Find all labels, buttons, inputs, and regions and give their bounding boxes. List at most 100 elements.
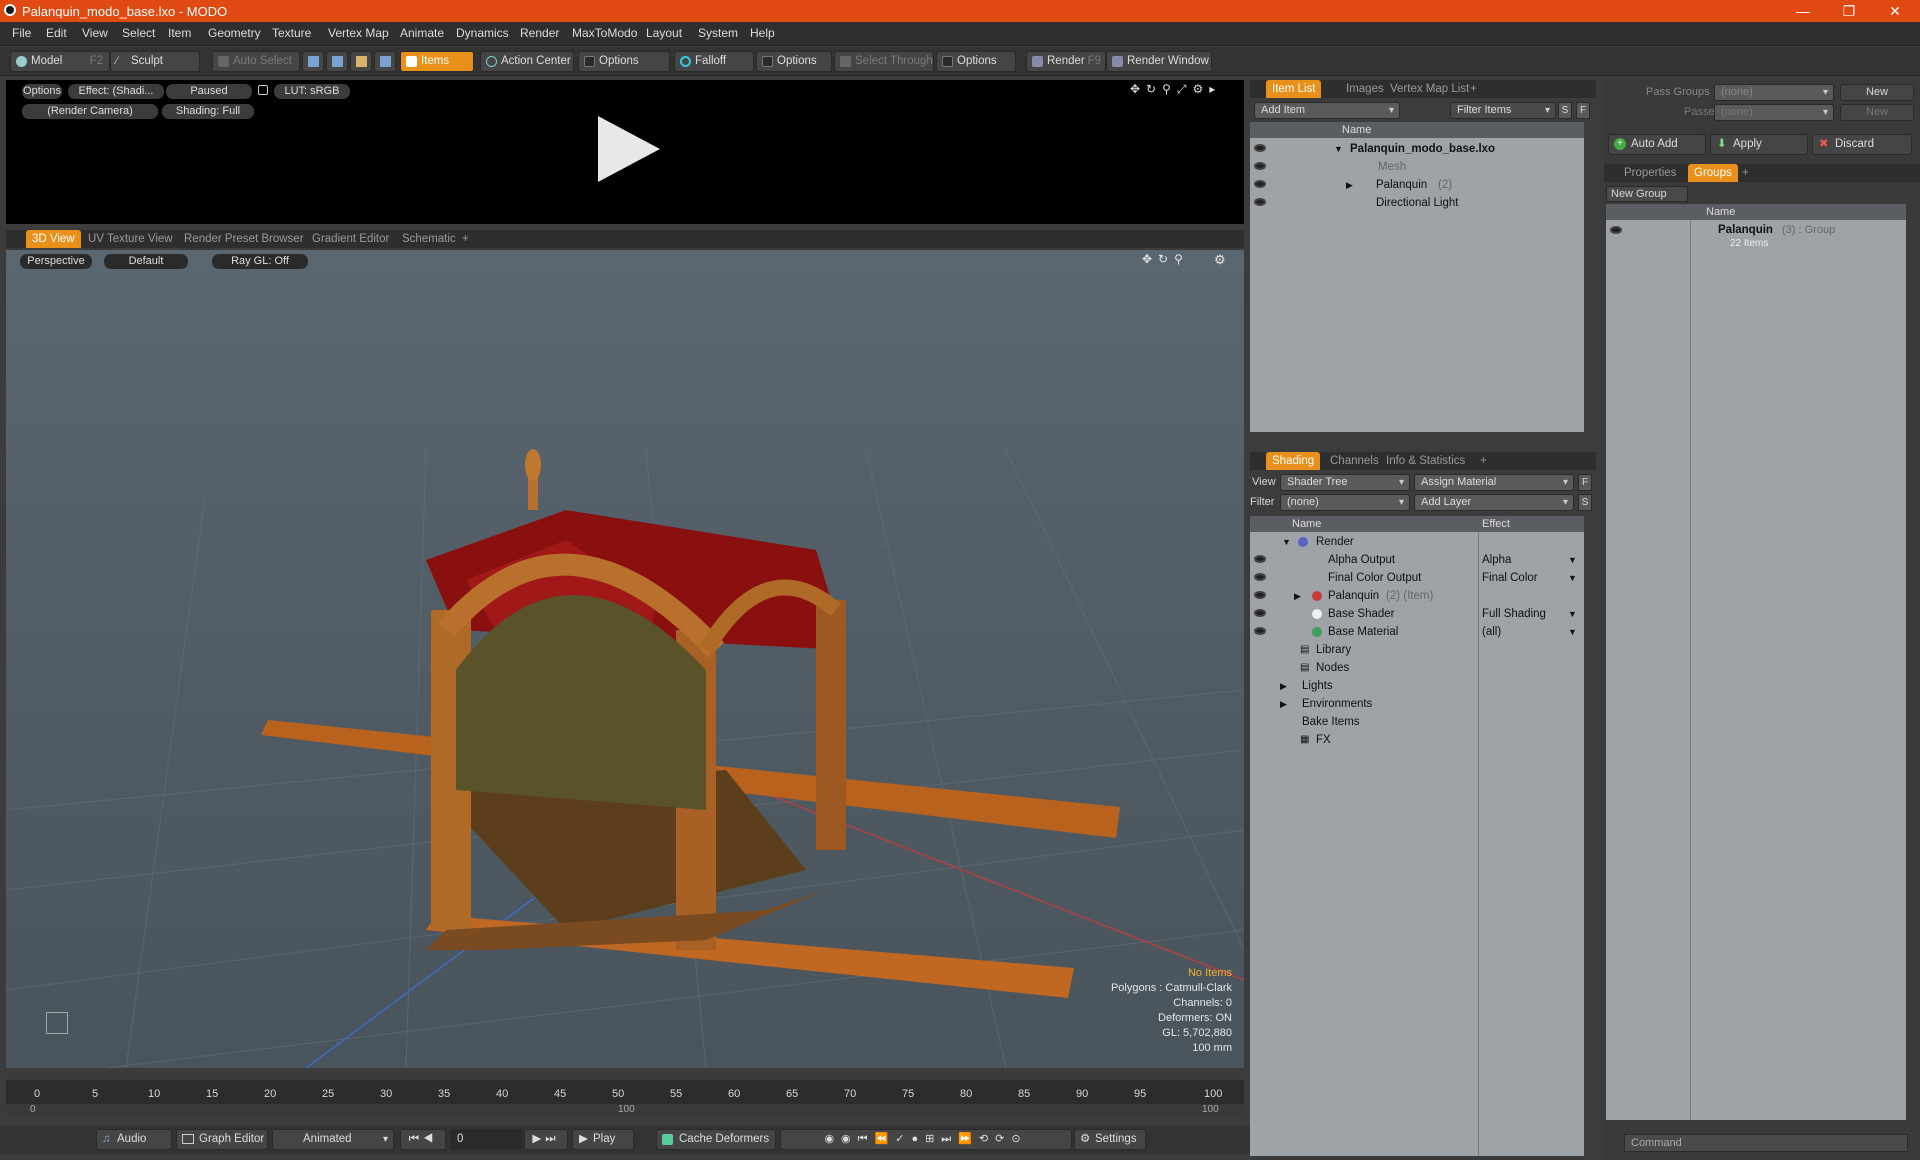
visibility-eye-icon[interactable] — [1254, 555, 1266, 563]
new-group-button[interactable]: New Group — [1606, 186, 1688, 202]
item-list-tree[interactable]: Name ▼ Palanquin_modo_base.lxo Mesh ▶ Pala… — [1250, 122, 1584, 432]
chevron-down-icon[interactable]: ▼ — [1568, 551, 1577, 569]
menu-select[interactable]: Select — [122, 26, 155, 40]
tab-uv-texture-view[interactable]: UV Texture View — [82, 230, 179, 248]
list-item[interactable]: ▦ FX — [1250, 731, 1584, 749]
paused-toggle[interactable]: Paused — [166, 84, 252, 99]
menu-edit[interactable]: Edit — [46, 26, 67, 40]
add-tab-button[interactable]: + — [456, 230, 475, 248]
search-s-button[interactable]: S — [1558, 102, 1572, 119]
chevron-down-icon[interactable]: ▼ — [1568, 569, 1577, 587]
list-item[interactable]: Bake Items — [1250, 713, 1584, 731]
viewport-nav-icons[interactable]: ✥↻⚲ — [1142, 252, 1189, 266]
vertices-mode-button[interactable] — [302, 51, 324, 72]
shader-tree[interactable]: Name Effect ▼ Render Alpha Output Alpha ▼ F… — [1250, 516, 1584, 1156]
list-item[interactable]: ▤ Nodes — [1250, 659, 1584, 677]
maximize-button[interactable]: ❐ — [1826, 0, 1872, 22]
raygl-dropdown[interactable]: Ray GL: Off — [212, 254, 308, 269]
list-item[interactable]: ▶ Palanquin (2) — [1250, 176, 1584, 194]
polygons-mode-button[interactable] — [350, 51, 372, 72]
lut-dropdown[interactable]: LUT: sRGB — [274, 84, 350, 99]
expand-icon[interactable]: ▼ — [1334, 140, 1343, 158]
items-mode-button[interactable]: Items — [400, 51, 474, 72]
audio-button[interactable]: ♫ Audio — [96, 1129, 172, 1150]
list-item[interactable]: Final Color Output Final Color ▼ — [1250, 569, 1584, 587]
tab-images[interactable]: Images — [1340, 80, 1390, 98]
filter-items-input[interactable]: Filter Items — [1450, 102, 1556, 119]
select-options-button[interactable]: Options — [936, 51, 1016, 72]
preview-options-button[interactable]: Options — [22, 84, 62, 99]
menu-animate[interactable]: Animate — [400, 26, 444, 40]
animated-dropdown[interactable]: Animated ▾ — [272, 1129, 394, 1150]
menu-maxtomodo[interactable]: MaxToModo — [572, 26, 637, 40]
close-button[interactable]: ✕ — [1872, 0, 1918, 22]
select-through-button[interactable]: Select Through — [834, 51, 934, 72]
menu-geometry[interactable]: Geometry — [208, 26, 261, 40]
menu-view[interactable]: View — [82, 26, 108, 40]
groups-list[interactable]: Name Palanquin (3) : Group 22 Items — [1606, 204, 1906, 1120]
graph-editor-button[interactable]: Graph Editor — [176, 1129, 268, 1150]
assign-material-input[interactable]: Assign Material — [1414, 474, 1574, 491]
menu-dynamics[interactable]: Dynamics — [456, 26, 509, 40]
expand-icon[interactable]: ▼ — [1282, 533, 1291, 551]
list-item[interactable]: Mesh — [1250, 158, 1584, 176]
expand-icon[interactable]: ▶ — [1346, 176, 1353, 194]
minimize-button[interactable]: — — [1780, 0, 1826, 22]
menu-system[interactable]: System — [698, 26, 738, 40]
visibility-eye-icon[interactable] — [1610, 226, 1622, 234]
expand-icon[interactable]: ▶ — [1280, 677, 1287, 695]
add-layer-dropdown[interactable]: Add Layer — [1414, 494, 1574, 511]
list-item[interactable]: Base Material (all) ▼ — [1250, 623, 1584, 641]
new-pass-group-button[interactable]: New — [1840, 84, 1914, 101]
tab-render-preset-browser[interactable]: Render Preset Browser — [178, 230, 310, 248]
step-forward-icon[interactable]: ▶⏭ — [524, 1129, 568, 1150]
expand-icon[interactable]: ▶ — [1294, 587, 1301, 605]
frame-input[interactable]: 0 — [450, 1129, 522, 1150]
play-button[interactable]: ▶ Play — [572, 1129, 634, 1150]
menu-item[interactable]: Item — [168, 26, 191, 40]
effect-dropdown[interactable]: Effect: (Shadi... — [68, 84, 164, 99]
visibility-eye-icon[interactable] — [1254, 627, 1266, 635]
default-dropdown[interactable]: Default — [104, 254, 188, 269]
view-dropdown[interactable]: Shader Tree — [1280, 474, 1410, 491]
shading-f-button[interactable]: F — [1578, 474, 1592, 491]
list-item[interactable]: Base Shader Full Shading ▼ — [1250, 605, 1584, 623]
cache-deformers-button[interactable]: Cache Deformers — [656, 1129, 776, 1150]
shading-dropdown[interactable]: Shading: Full — [162, 104, 254, 119]
action-center-button[interactable]: Action Center — [480, 51, 574, 72]
menu-render[interactable]: Render — [520, 26, 559, 40]
tab-groups[interactable]: Groups — [1688, 164, 1738, 182]
visibility-eye-icon[interactable] — [1254, 591, 1266, 599]
preview-nav-icons[interactable]: ✥↻⚲⤢⚙▸ — [1130, 82, 1221, 97]
skip-start-icon[interactable]: ⏮◀ — [400, 1129, 446, 1150]
add-shading-tab-button[interactable]: + — [1474, 452, 1493, 470]
3d-viewport[interactable]: Perspective Default Ray GL: Off ✥↻⚲ ⚙ No… — [6, 250, 1244, 1068]
settings-button[interactable]: ⚙ Settings — [1074, 1129, 1146, 1150]
menu-file[interactable]: File — [12, 26, 31, 40]
lock-icon[interactable] — [258, 85, 268, 95]
list-item[interactable]: ▶ Environments — [1250, 695, 1584, 713]
visibility-eye-icon[interactable] — [1254, 609, 1266, 617]
camera-dropdown[interactable]: (Render Camera) — [22, 104, 158, 119]
shading-s-button[interactable]: S — [1578, 494, 1592, 511]
visibility-eye-icon[interactable] — [1254, 198, 1266, 206]
render-window-button[interactable]: Render Window — [1106, 51, 1212, 72]
key-tools-icons[interactable]: ◉◉⏮⏪✓●⊞⏭⏩⟲⟳⊙ — [780, 1129, 1072, 1150]
menu-layout[interactable]: Layout — [646, 26, 682, 40]
falloff-button[interactable]: Falloff — [674, 51, 754, 72]
play-icon[interactable] — [594, 114, 664, 184]
tab-gradient-editor[interactable]: Gradient Editor — [306, 230, 395, 248]
add-groups-tab-button[interactable]: + — [1736, 164, 1755, 182]
auto-add-button[interactable]: + Auto Add — [1608, 134, 1706, 155]
list-item[interactable]: ▶ Lights — [1250, 677, 1584, 695]
tab-schematic[interactable]: Schematic — [396, 230, 462, 248]
chevron-down-icon[interactable]: ▼ — [1568, 623, 1577, 641]
render-preview[interactable]: Options Effect: (Shadi... Paused LUT: sR… — [6, 80, 1244, 224]
add-panel-tab-button[interactable]: + — [1464, 80, 1483, 98]
command-input[interactable]: Command — [1624, 1134, 1908, 1152]
pass-groups-dropdown[interactable]: (none) — [1714, 84, 1834, 101]
visibility-eye-icon[interactable] — [1254, 144, 1266, 152]
visibility-eye-icon[interactable] — [1254, 573, 1266, 581]
list-item[interactable]: ▼ Palanquin_modo_base.lxo — [1250, 140, 1584, 158]
menu-vertex-map[interactable]: Vertex Map — [328, 26, 389, 40]
